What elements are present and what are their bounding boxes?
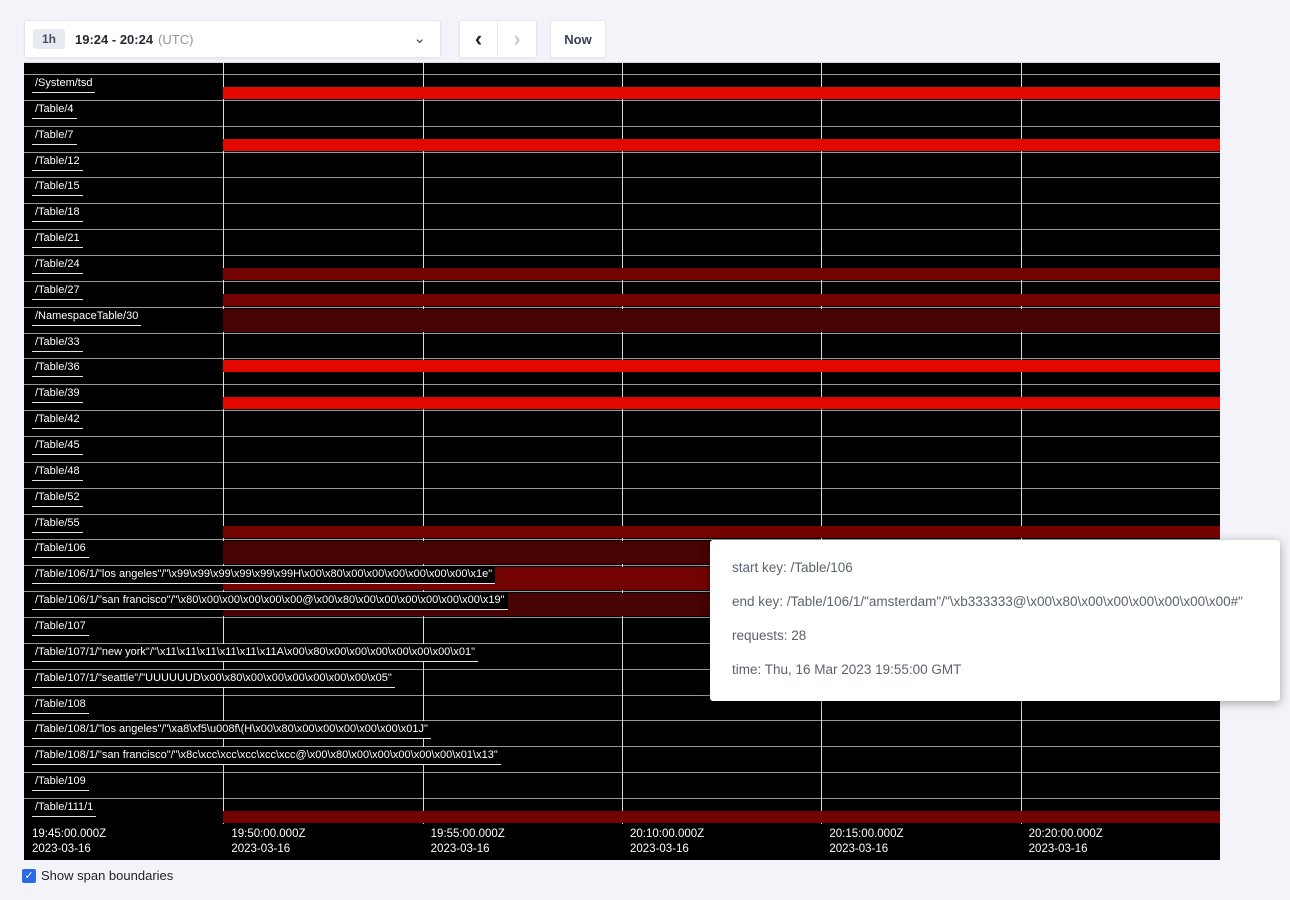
span-label: /Table/107/1/"seattle"/"UUUUUUD\x00\x80\… <box>32 670 395 688</box>
heat-band <box>223 811 1220 823</box>
heat-band <box>223 397 1220 409</box>
heat-band <box>223 87 1220 99</box>
heatmap-row[interactable]: /Table/55 <box>24 514 1220 540</box>
heat-band <box>223 294 1220 306</box>
span-label: /Table/36 <box>32 359 83 377</box>
span-label: /Table/12 <box>32 153 83 171</box>
heatmap-row[interactable]: /Table/7 <box>24 126 1220 152</box>
heat-band <box>223 526 1220 538</box>
heatmap-row[interactable]: /Table/109 <box>24 772 1220 798</box>
heatmap-rows: /System/tsd/Table/4/Table/7/Table/12/Tab… <box>24 62 1220 824</box>
span-label: /Table/108/1/"los angeles"/"\xa8\xf5\u00… <box>32 721 431 739</box>
heatmap-row[interactable]: /Table/4 <box>24 100 1220 126</box>
span-label: /Table/7 <box>32 127 77 145</box>
heatmap-row[interactable]: /Table/24 <box>24 255 1220 281</box>
span-label: /Table/106/1/"san francisco"/"\x80\x00\x… <box>32 592 508 610</box>
heatmap-row[interactable]: /Table/42 <box>24 410 1220 436</box>
axis-tick-label: 20:20:00.000Z2023-03-16 <box>1021 827 1103 857</box>
heatmap-row[interactable]: /Table/15 <box>24 177 1220 203</box>
span-label: /Table/108 <box>32 696 89 714</box>
span-label: /Table/109 <box>32 773 89 791</box>
chevron-left-icon: ‹ <box>475 26 482 52</box>
heatmap-row[interactable]: /Table/12 <box>24 152 1220 178</box>
span-label: /Table/21 <box>32 230 83 248</box>
axis-tick-label: 19:45:00.000Z2023-03-16 <box>24 827 106 857</box>
heatmap-row[interactable]: /Table/21 <box>24 229 1220 255</box>
span-label: /Table/107 <box>32 618 89 636</box>
now-button[interactable]: Now <box>550 20 606 58</box>
span-label: /Table/106 <box>32 540 89 558</box>
heatmap-row[interactable]: /Table/36 <box>24 358 1220 384</box>
heatmap-row[interactable]: /Table/33 <box>24 333 1220 359</box>
checkmark-icon: ✓ <box>24 870 33 882</box>
span-label: /Table/48 <box>32 463 83 481</box>
heat-band <box>223 309 1220 332</box>
span-label: /Table/27 <box>32 282 83 300</box>
span-tooltip: start key: /Table/106 end key: /Table/106… <box>710 540 1280 701</box>
span-label: /Table/15 <box>32 178 83 196</box>
prev-time-button[interactable]: ‹ <box>460 21 498 57</box>
chevron-right-icon: › <box>513 26 520 52</box>
span-label: /Table/111/1 <box>32 799 96 817</box>
time-range-selector[interactable]: 1h 19:24 - 20:24 (UTC) ⌄ <box>24 20 441 58</box>
heatmap-row[interactable]: /Table/108/1/"san francisco"/"\x8c\xcc\x… <box>24 746 1220 772</box>
tooltip-line: time: Thu, 16 Mar 2023 19:55:00 GMT <box>732 661 1258 679</box>
span-label: /Table/55 <box>32 515 83 533</box>
span-label: /Table/45 <box>32 437 83 455</box>
heatmap-row[interactable]: /Table/108/1/"los angeles"/"\xa8\xf5\u00… <box>24 720 1220 746</box>
heat-band <box>223 360 1220 372</box>
key-visualizer-canvas[interactable]: /System/tsd/Table/4/Table/7/Table/12/Tab… <box>24 62 1220 860</box>
toolbar: 1h 19:24 - 20:24 (UTC) ⌄ ‹ › Now <box>24 20 606 58</box>
heatmap-row[interactable]: /System/tsd <box>24 74 1220 100</box>
span-label: /Table/52 <box>32 489 83 507</box>
heatmap-row[interactable]: /NamespaceTable/30 <box>24 307 1220 333</box>
axis-tick-label: 19:55:00.000Z2023-03-16 <box>423 827 505 857</box>
heatmap-row[interactable]: /Table/52 <box>24 488 1220 514</box>
span-label: /Table/42 <box>32 411 83 429</box>
show-span-boundaries-label: Show span boundaries <box>41 868 173 883</box>
heat-band <box>223 268 1220 280</box>
span-label: /System/tsd <box>32 75 95 93</box>
tooltip-line: end key: /Table/106/1/"amsterdam"/"\xb33… <box>732 593 1258 611</box>
time-axis: 19:45:00.000Z2023-03-16 19:50:00.000Z2023… <box>24 824 1220 860</box>
span-label: /Table/106/1/"los angeles"/"\x99\x99\x99… <box>32 566 495 584</box>
heatmap-row[interactable]: /Table/111/1 <box>24 798 1220 824</box>
span-label: /Table/108/1/"san francisco"/"\x8c\xcc\x… <box>32 747 501 765</box>
heatmap-top-spacer <box>24 62 1220 74</box>
tooltip-line: start key: /Table/106 <box>732 559 1258 577</box>
footer: ✓ Show span boundaries <box>22 868 173 883</box>
span-label: /Table/39 <box>32 385 83 403</box>
axis-tick-label: 19:50:00.000Z2023-03-16 <box>223 827 305 857</box>
heatmap-row[interactable]: /Table/27 <box>24 281 1220 307</box>
heatmap-row[interactable]: /Table/39 <box>24 384 1220 410</box>
show-span-boundaries-checkbox[interactable]: ✓ <box>22 869 36 883</box>
axis-tick-label: 20:10:00.000Z2023-03-16 <box>622 827 704 857</box>
tooltip-line: requests: 28 <box>732 627 1258 645</box>
span-label: /Table/33 <box>32 334 83 352</box>
heatmap-row[interactable]: /Table/45 <box>24 436 1220 462</box>
span-label: /NamespaceTable/30 <box>32 308 141 326</box>
span-label: /Table/18 <box>32 204 83 222</box>
heat-band <box>223 139 1220 151</box>
chevron-down-icon: ⌄ <box>413 34 426 44</box>
heatmap-row[interactable]: /Table/18 <box>24 203 1220 229</box>
heatmap-row[interactable]: /Table/48 <box>24 462 1220 488</box>
timezone-label: (UTC) <box>158 32 193 47</box>
time-nav-group: ‹ › <box>459 20 537 58</box>
next-time-button[interactable]: › <box>498 21 536 57</box>
span-label: /Table/24 <box>32 256 83 274</box>
axis-tick-label: 20:15:00.000Z2023-03-16 <box>821 827 903 857</box>
duration-badge: 1h <box>33 29 65 49</box>
span-label: /Table/107/1/"new york"/"\x11\x11\x11\x1… <box>32 644 478 662</box>
time-range-label: 19:24 - 20:24 <box>75 32 153 47</box>
span-label: /Table/4 <box>32 101 77 119</box>
